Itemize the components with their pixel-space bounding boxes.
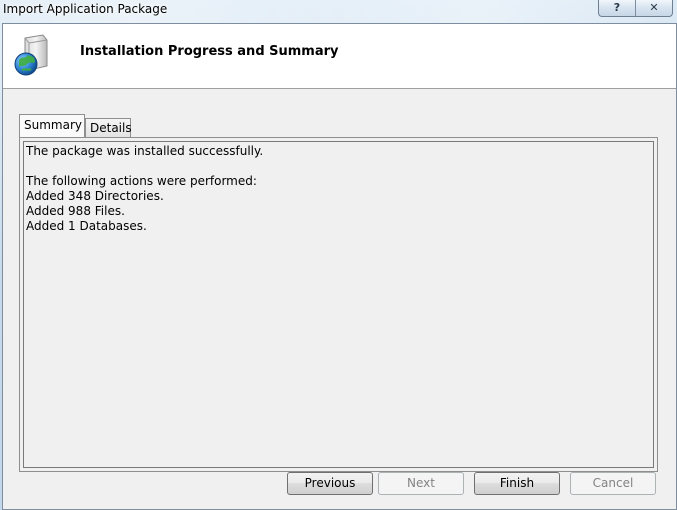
next-button[interactable]: Next: [378, 472, 464, 495]
package-globe-icon: [14, 34, 48, 76]
wizard-header: Installation Progress and Summary: [3, 24, 676, 89]
tab-panel: The package was installed successfully. …: [19, 137, 658, 472]
help-icon: ?: [613, 1, 621, 14]
summary-line: Added 348 Directories.: [26, 189, 164, 203]
cancel-button[interactable]: Cancel: [570, 472, 656, 495]
summary-text-area[interactable]: The package was installed successfully. …: [23, 141, 654, 468]
close-icon: ✕: [649, 1, 659, 14]
summary-line: The package was installed successfully.: [26, 144, 264, 158]
summary-line: Added 1 Databases.: [26, 219, 147, 233]
summary-line: The following actions were performed:: [26, 174, 257, 188]
title-bar: Import Application Package ? ✕: [0, 0, 677, 22]
finish-button[interactable]: Finish: [474, 472, 560, 495]
close-button[interactable]: ✕: [635, 0, 672, 16]
dialog: Installation Progress and Summary The pa…: [2, 23, 677, 510]
tab-label: Summary: [24, 118, 82, 132]
window-title: Import Application Package: [3, 2, 168, 16]
page-title: Installation Progress and Summary: [80, 44, 339, 59]
summary-line: Added 988 Files.: [26, 204, 125, 218]
tab-details[interactable]: Details: [85, 118, 132, 137]
caption-buttons: ? ✕: [598, 0, 673, 17]
tab-label: Details: [90, 121, 132, 135]
help-button[interactable]: ?: [599, 0, 635, 16]
summary-line: [26, 159, 651, 174]
tab-summary[interactable]: Summary: [19, 114, 85, 137]
previous-button[interactable]: Previous: [287, 472, 373, 495]
